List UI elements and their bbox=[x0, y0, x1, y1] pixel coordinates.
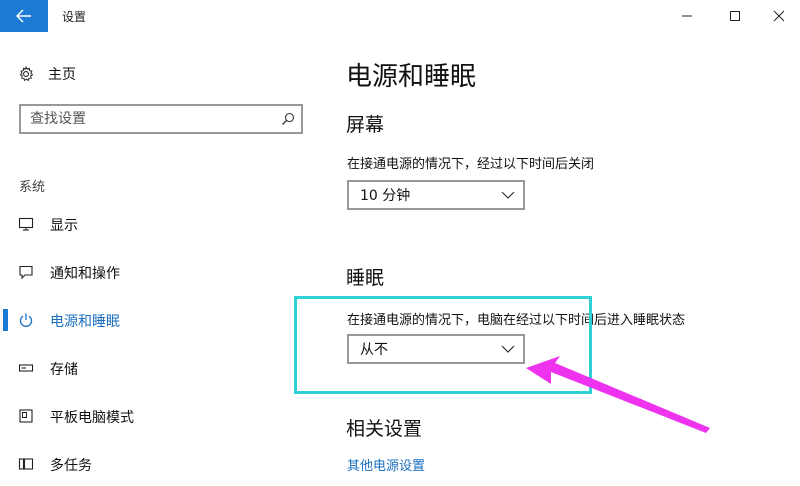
maximize-button[interactable] bbox=[712, 0, 758, 32]
back-button[interactable] bbox=[0, 0, 48, 32]
close-button[interactable] bbox=[756, 0, 800, 32]
active-indicator bbox=[3, 309, 8, 331]
minimize-icon bbox=[682, 15, 692, 17]
sidebar-home[interactable]: 主页 bbox=[18, 62, 76, 86]
gear-icon bbox=[19, 66, 34, 82]
search-icon bbox=[282, 112, 295, 125]
notification-icon bbox=[18, 264, 34, 280]
page-title: 电源和睡眠 bbox=[346, 62, 477, 92]
sidebar-item-power-sleep[interactable]: 电源和睡眠 bbox=[0, 305, 330, 335]
sleep-dropdown[interactable]: 从不 bbox=[347, 334, 525, 364]
related-settings-heading: 相关设置 bbox=[346, 418, 423, 440]
sidebar-item-tablet-mode[interactable]: 平板电脑模式 bbox=[0, 401, 330, 431]
search-box bbox=[19, 104, 303, 134]
sleep-heading: 睡眠 bbox=[346, 267, 385, 289]
sidebar-item-label: 存储 bbox=[50, 362, 78, 378]
dropdown-value: 10 分钟 bbox=[360, 188, 411, 204]
close-icon bbox=[773, 10, 785, 22]
screen-heading: 屏幕 bbox=[346, 114, 385, 136]
tablet-mode-icon bbox=[18, 408, 34, 424]
sidebar-item-label: 通知和操作 bbox=[50, 266, 120, 282]
sidebar-item-label: 显示 bbox=[50, 218, 78, 234]
sidebar-item-display[interactable]: 显示 bbox=[0, 209, 330, 239]
sidebar-item-multitasking[interactable]: 多任务 bbox=[0, 449, 330, 479]
search-input[interactable] bbox=[21, 106, 275, 132]
sidebar-home-label: 主页 bbox=[48, 67, 76, 83]
sidebar-section-label: 系统 bbox=[19, 180, 46, 195]
screen-off-dropdown[interactable]: 10 分钟 bbox=[347, 180, 525, 210]
dropdown-value: 从不 bbox=[360, 342, 388, 358]
back-arrow-icon bbox=[16, 9, 31, 23]
minimize-button[interactable] bbox=[664, 0, 710, 32]
additional-power-settings-link[interactable]: 其他电源设置 bbox=[347, 455, 425, 474]
title-bar: 设置 bbox=[0, 0, 800, 32]
chevron-down-icon bbox=[493, 336, 523, 362]
chevron-down-icon bbox=[493, 182, 523, 208]
sleep-description: 在接通电源的情况下，电脑在经过以下时间后进入睡眠状态 bbox=[347, 313, 686, 328]
sidebar-item-label: 电源和睡眠 bbox=[50, 314, 120, 330]
sidebar-item-label: 平板电脑模式 bbox=[50, 410, 134, 426]
storage-icon bbox=[18, 360, 34, 376]
monitor-icon bbox=[18, 216, 34, 232]
sidebar-item-label: 多任务 bbox=[50, 458, 92, 474]
multitask-icon bbox=[18, 456, 34, 472]
sidebar-item-notifications[interactable]: 通知和操作 bbox=[0, 257, 330, 287]
screen-off-description: 在接通电源的情况下，经过以下时间后关闭 bbox=[347, 157, 595, 172]
search-button[interactable] bbox=[275, 106, 301, 132]
sidebar-item-storage[interactable]: 存储 bbox=[0, 353, 330, 383]
power-icon bbox=[18, 312, 34, 328]
maximize-icon bbox=[730, 11, 740, 21]
window-title: 设置 bbox=[62, 10, 87, 24]
